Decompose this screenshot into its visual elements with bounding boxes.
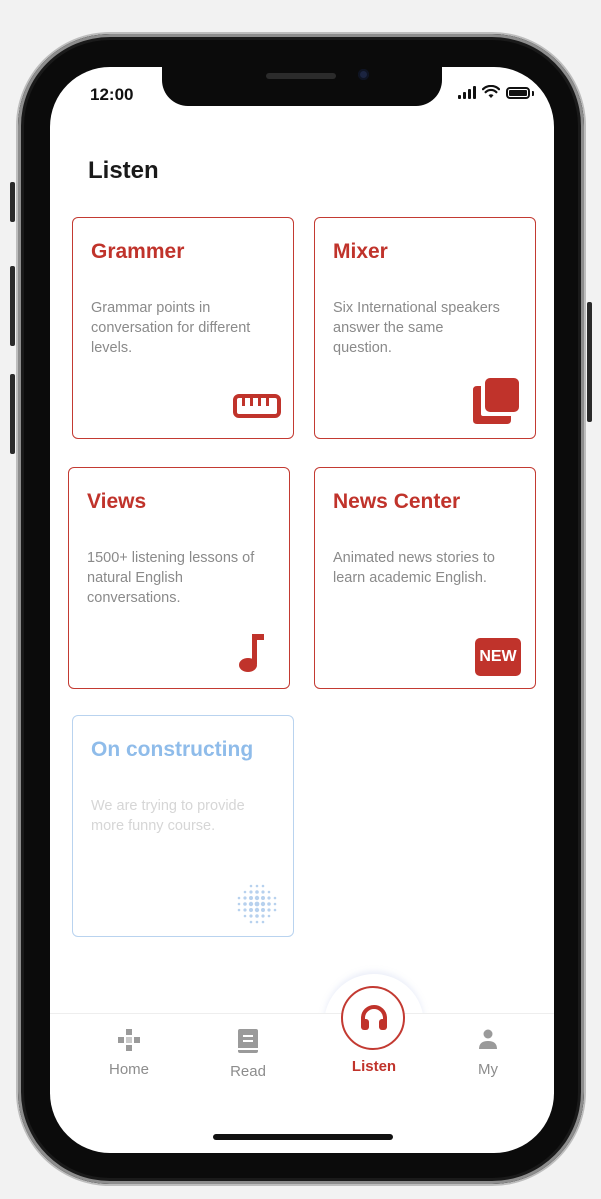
tab-label: My — [478, 1061, 498, 1078]
ruler-icon — [233, 394, 281, 418]
puzzle-icon — [118, 1029, 140, 1051]
views-card[interactable]: Views 1500+ listening lessons of natural… — [68, 467, 290, 689]
music-note-icon — [239, 634, 264, 672]
card-description: 1500+ listening lessons of natural Engli… — [87, 550, 255, 606]
headphones-icon — [361, 1005, 387, 1030]
copy-icon — [473, 378, 519, 424]
person-icon — [479, 1029, 497, 1049]
card-title: On constructing — [91, 738, 254, 761]
tab-read[interactable]: Read — [213, 1028, 283, 1080]
tab-my[interactable]: My — [453, 1028, 523, 1078]
battery-icon — [506, 87, 530, 99]
screen: 12:00 Listen Grammer Grammar points in c… — [50, 67, 554, 1153]
speaker-grille — [266, 73, 336, 79]
mute-switch — [10, 182, 15, 222]
card-description: We are trying to provide more funny cour… — [91, 798, 245, 834]
card-description: Grammar points in conversation for diffe… — [91, 300, 251, 356]
mixer-card[interactable]: Mixer Six International speakers answer … — [314, 217, 536, 439]
volume-up-button — [10, 266, 15, 346]
grammer-card[interactable]: Grammer Grammar points in conversation f… — [72, 217, 294, 439]
power-button — [587, 302, 592, 422]
card-description: Animated news stories to learn academic … — [333, 550, 495, 586]
signal-icon — [458, 86, 476, 99]
card-description: Six International speakers answer the sa… — [333, 300, 500, 356]
status-time: 12:00 — [90, 85, 134, 104]
on-constructing-card[interactable]: On constructing We are trying to provide… — [72, 715, 294, 937]
card-title: Grammer — [91, 240, 185, 263]
volume-down-button — [10, 374, 15, 454]
card-title: Views — [87, 490, 147, 513]
tab-home[interactable]: Home — [94, 1028, 164, 1078]
tab-bar: Home Read Listen My — [50, 1013, 554, 1094]
tab-label: Home — [108, 1061, 149, 1078]
new-badge-icon: NEW — [475, 638, 521, 676]
camera-icon — [358, 69, 369, 80]
status-icons — [458, 85, 534, 99]
news-center-card[interactable]: News Center Animated news stories to lea… — [314, 467, 536, 689]
dots-sphere-icon — [237, 884, 277, 924]
listen-fab-button[interactable] — [341, 986, 405, 1050]
home-indicator — [213, 1134, 393, 1140]
tab-listen[interactable]: Listen — [339, 1054, 409, 1075]
card-title: News Center — [333, 490, 461, 513]
notch — [162, 67, 442, 106]
tab-label: Listen — [351, 1058, 397, 1075]
tab-label: Read — [230, 1063, 266, 1080]
card-title: Mixer — [333, 240, 388, 263]
book-icon — [238, 1029, 258, 1053]
wifi-icon — [482, 85, 500, 98]
page-title: Listen — [88, 157, 159, 184]
